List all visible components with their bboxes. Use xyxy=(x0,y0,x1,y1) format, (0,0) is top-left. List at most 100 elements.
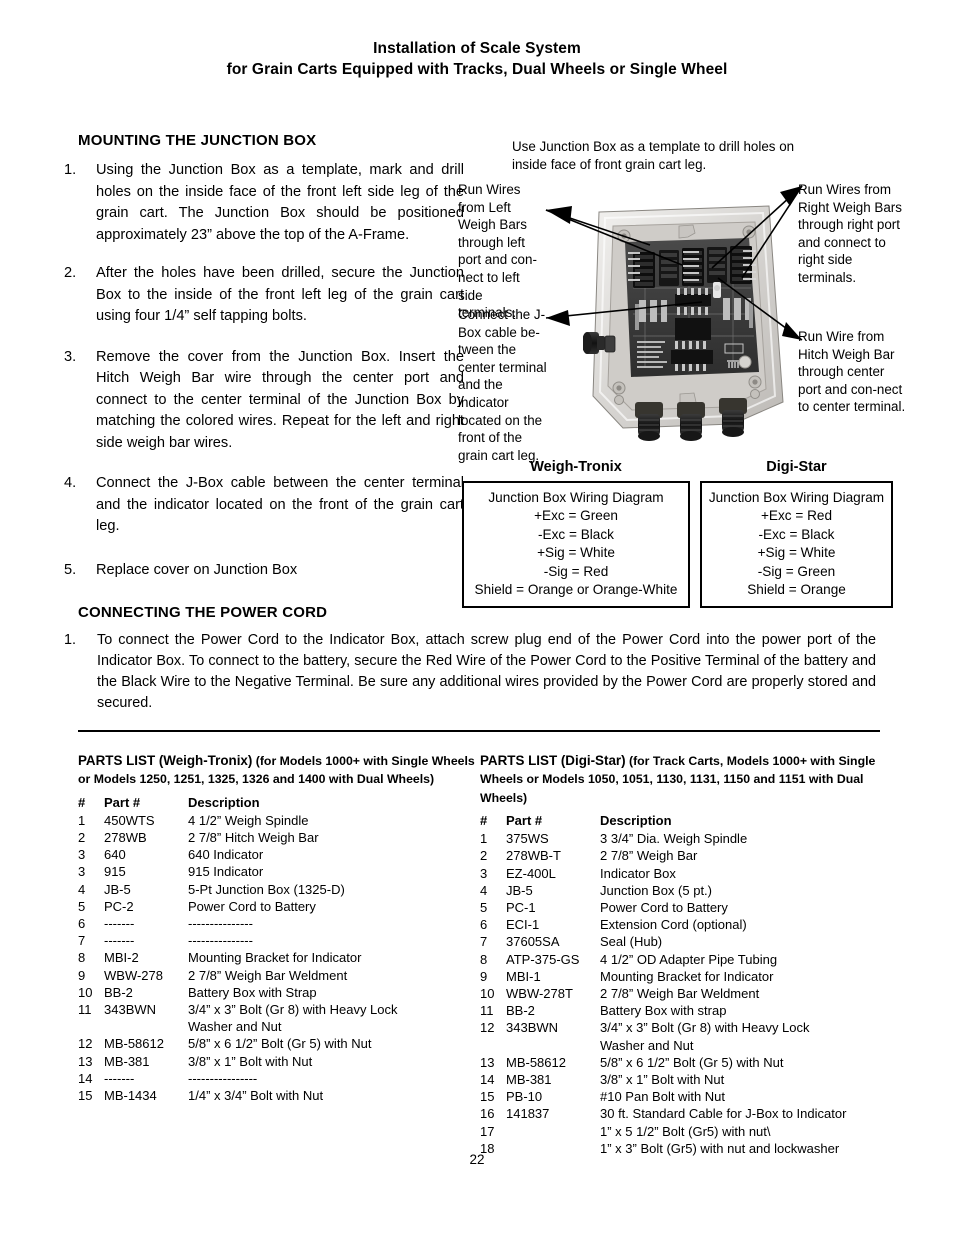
wiring-line: +Exc = Green xyxy=(534,508,618,524)
mounting-steps-list: 1. Using the Junction Box as a template,… xyxy=(64,160,464,598)
cell-part: ATP-375-GS xyxy=(506,951,580,967)
cell-num: 12 xyxy=(480,1020,495,1036)
wiring-line: -Exc = Black xyxy=(538,526,614,542)
col-header-num: # xyxy=(480,812,488,828)
cell-part: 278WB-T xyxy=(506,848,561,864)
cell-part: ------- xyxy=(104,916,135,932)
cell-part: 343BWN xyxy=(506,1020,559,1036)
table-row: 8 ATP-375-GS 4 1/2” OD Adapter Pipe Tubing xyxy=(480,951,900,968)
cell-desc: Power Cord to Battery xyxy=(600,899,728,915)
table-row: 5 PC-2 Power Cord to Battery xyxy=(78,898,478,915)
wiring-brand-digi-star: Digi-Star xyxy=(766,459,827,475)
step-text: Remove the cover from the Junction Box. … xyxy=(96,348,464,451)
table-row: 4 JB-5 Junction Box (5 pt.) xyxy=(480,882,900,899)
cell-part: BB-2 xyxy=(506,1003,535,1019)
table-row: 7 37605SA Seal (Hub) xyxy=(480,933,900,950)
table-row: 14 ------- ---------------- xyxy=(78,1070,478,1087)
cell-num: 6 xyxy=(78,916,86,932)
cell-desc: Seal (Hub) xyxy=(600,934,663,950)
cell-num: 3 xyxy=(78,864,86,880)
cell-part: BB-2 xyxy=(104,984,133,1000)
table-header-row: # Part # Description xyxy=(78,794,478,812)
wiring-diagram-digi-star: Junction Box Wiring Diagram +Exc = Red -… xyxy=(700,481,893,609)
cell-part: MBI-1 xyxy=(506,968,541,984)
cell-num: 8 xyxy=(78,950,86,966)
cell-num: 11 xyxy=(480,1003,494,1019)
table-row: 4 JB-5 5-Pt Junction Box (1325-D) xyxy=(78,881,478,898)
table-row: 15 MB-1434 1/4” x 3/4” Bolt with Nut xyxy=(78,1087,478,1104)
table-row: 12 343BWN 3/4” x 3” Bolt (Gr 8) with Heavy… xyxy=(480,1019,900,1053)
wiring-line: -Sig = Red xyxy=(543,563,609,579)
cell-part: MB-1434 xyxy=(104,1088,157,1104)
cell-num: 15 xyxy=(78,1088,93,1104)
table-header-row: # Part # Description xyxy=(480,812,900,830)
step-text: Connect the J-Box cable between the cent… xyxy=(96,475,464,534)
callout-right-weigh-bars: Run Wires from Right Weigh Bars through … xyxy=(798,182,902,285)
cell-num: 7 xyxy=(78,933,86,949)
cell-part: 141837 xyxy=(506,1106,550,1122)
cell-desc: --------------- xyxy=(188,916,253,932)
cell-part: 37605SA xyxy=(506,934,560,950)
cell-desc: Junction Box (5 pt.) xyxy=(600,882,712,898)
table-row: 16 141837 30 ft. Standard Cable for J-Box … xyxy=(480,1105,900,1122)
list-item: 3. Remove the cover from the Junction Bo… xyxy=(64,347,464,455)
cell-part xyxy=(506,1123,600,1140)
parts-list-digi-star: PARTS LIST (Digi-Star) (for Track Carts,… xyxy=(480,752,900,1157)
list-item: 4. Connect the J-Box cable between the c… xyxy=(64,473,464,538)
table-row: 11 343BWN 3/4” x 3” Bolt (Gr 8) with Heavy… xyxy=(78,1001,478,1035)
cell-num: 4 xyxy=(480,882,488,898)
list-item: 5. Replace cover on Junction Box xyxy=(64,560,464,582)
table-row: 3 915 915 Indicator xyxy=(78,863,478,880)
wiring-diagram-weigh-tronix: Junction Box Wiring Diagram +Exc = Green… xyxy=(462,481,690,609)
table-row: 9 WBW-278 2 7/8” Weigh Bar Weldment xyxy=(78,967,478,984)
table-row: 9 MBI-1 Mounting Bracket for Indicator xyxy=(480,968,900,985)
cell-part: 375WS xyxy=(506,831,549,847)
cell-part: WBW-278 xyxy=(104,967,163,983)
power-cord-section-heading: CONNECTING THE POWER CORD xyxy=(78,604,328,621)
cell-part: JB-5 xyxy=(104,881,131,897)
cell-part: 915 xyxy=(104,864,126,880)
table-row: 13 MB-58612 5/8” x 6 1/2” Bolt (Gr 5) with… xyxy=(480,1054,900,1071)
callout-hitch-weigh-bar: Run Wire from Hitch Weigh Bar through ce… xyxy=(798,329,906,415)
wiring-line: Junction Box Wiring Diagram xyxy=(488,490,664,505)
cell-part: ECI-1 xyxy=(506,917,540,933)
page-number: 22 xyxy=(469,1152,485,1167)
table-row: 6 ------- --------------- xyxy=(78,915,478,932)
cell-desc: 4 1/2” Weigh Spindle xyxy=(188,812,309,828)
cell-part: EZ-400L xyxy=(506,865,556,881)
parts-list-title: PARTS LIST (Weigh-Tronix) (for Models 10… xyxy=(78,752,478,789)
cell-desc: Power Cord to Battery xyxy=(188,898,316,914)
power-cord-step: 1. To connect the Power Cord to the Indi… xyxy=(64,630,876,714)
cell-desc: Mounting Bracket for Indicator xyxy=(600,968,774,984)
cell-desc: 4 1/2” OD Adapter Pipe Tubing xyxy=(600,951,778,967)
cell-num: 5 xyxy=(78,898,86,914)
cell-num: 17 xyxy=(480,1123,495,1139)
step-number: 5. xyxy=(64,561,77,578)
table-row: 8 MBI-2 Mounting Bracket for Indicator xyxy=(78,949,478,966)
cell-num: 14 xyxy=(78,1070,93,1086)
cell-num: 6 xyxy=(480,917,488,933)
col-header-num: # xyxy=(78,794,86,810)
cell-desc: 2 7/8” Weigh Bar Weldment xyxy=(600,985,760,1001)
page-title-line1: Installation of Scale System xyxy=(373,40,581,57)
cell-desc: Battery Box with Strap xyxy=(188,984,317,1000)
cell-desc: Extension Cord (optional) xyxy=(600,917,747,933)
step-number: 4. xyxy=(64,475,77,491)
cell-num: 12 xyxy=(78,1036,93,1052)
cell-num: 3 xyxy=(78,847,86,863)
cell-num: 15 xyxy=(480,1089,495,1105)
cell-desc: 30 ft. Standard Cable for J-Box to Indic… xyxy=(600,1106,847,1122)
cell-desc: 5-Pt Junction Box (1325-D) xyxy=(188,881,345,897)
wiring-line: Shield = Orange xyxy=(747,582,846,598)
cell-num: 1 xyxy=(480,831,488,847)
parts-title-main: PARTS LIST (Weigh-Tronix) xyxy=(78,753,253,768)
cell-desc: 3 3/4” Dia. Weigh Spindle xyxy=(600,831,748,847)
cell-part: MB-381 xyxy=(506,1071,552,1087)
callout-use-as-template: Use Junction Box as a template to drill … xyxy=(512,139,795,172)
parts-list-title: PARTS LIST (Digi-Star) (for Track Carts,… xyxy=(480,752,900,807)
cell-part: JB-5 xyxy=(506,882,533,898)
table-row: 11 BB-2 Battery Box with strap xyxy=(480,1002,900,1019)
page-title-line2: for Grain Carts Equipped with Tracks, Du… xyxy=(226,61,728,78)
table-row: 1 375WS 3 3/4” Dia. Weigh Spindle xyxy=(480,830,900,847)
wiring-line: -Exc = Black xyxy=(758,526,835,542)
